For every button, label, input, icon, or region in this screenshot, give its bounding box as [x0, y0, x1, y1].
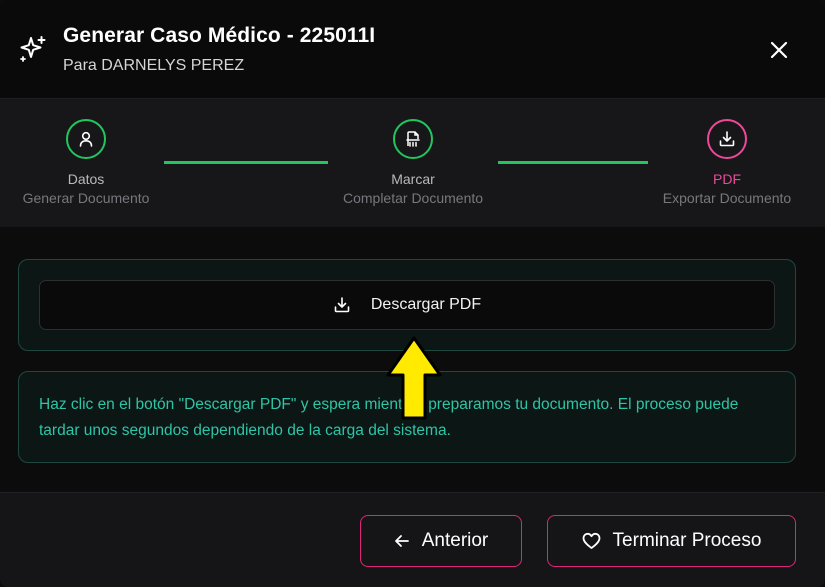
step-label: Marcar [391, 171, 435, 187]
download-icon [719, 131, 735, 147]
step-label: Datos [67, 171, 105, 187]
step-connector-2 [498, 161, 648, 164]
close-icon [770, 41, 788, 59]
download-pdf-label: Descargar PDF [370, 296, 482, 313]
finish-process-label: Terminar Proceso [612, 530, 762, 551]
user-icon [79, 131, 93, 147]
download-pdf-button[interactable]: Descargar PDF [39, 280, 775, 330]
step-description: Generar Documento [22, 190, 150, 206]
step-marcar: Marcar Completar Documento [333, 119, 493, 208]
sparkle-icon [20, 36, 46, 62]
step-description: Exportar Documento [662, 190, 792, 206]
previous-button[interactable]: Anterior [360, 515, 522, 567]
step-description: Completar Documento [342, 190, 484, 206]
progress-stepper: Datos Generar Documento Marcar Completar… [0, 99, 825, 227]
dialog-header: Generar Caso Médico - 225011I Para DARNE… [0, 0, 825, 99]
step-connector-1 [164, 161, 328, 164]
finish-process-button[interactable]: Terminar Proceso [547, 515, 796, 567]
step-circle [393, 119, 433, 159]
step-circle [66, 119, 106, 159]
heart-icon [582, 532, 600, 549]
previous-label: Anterior [421, 530, 489, 551]
arrow-left-icon [394, 535, 409, 547]
close-button[interactable] [764, 35, 794, 65]
step-pdf: PDF Exportar Documento [652, 119, 802, 208]
dialog-footer: Anterior Terminar Proceso [0, 492, 825, 587]
file-signature-icon [406, 131, 420, 147]
dialog-subtitle: Para DARNELYS PEREZ [63, 57, 245, 74]
step-circle [707, 119, 747, 159]
download-icon [334, 297, 350, 313]
pointer-arrow-icon [386, 336, 442, 420]
step-datos: Datos Generar Documento [16, 119, 156, 208]
step-label: PDF [713, 171, 741, 187]
generate-case-dialog: Generar Caso Médico - 225011I Para DARNE… [0, 0, 825, 587]
dialog-title: Generar Caso Médico - 225011I [63, 24, 376, 47]
